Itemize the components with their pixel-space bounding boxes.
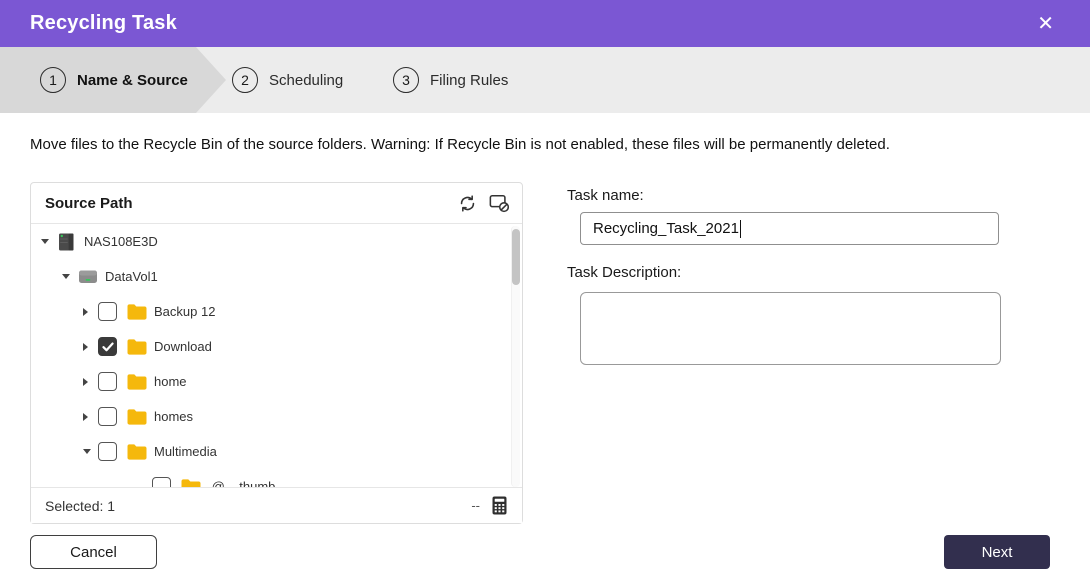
folder-icon <box>126 337 148 357</box>
folder-icon <box>126 372 148 392</box>
nas-icon <box>56 232 78 252</box>
tree-label: home <box>154 374 187 389</box>
tree-scrollbar-thumb[interactable] <box>512 229 520 285</box>
tree-label: Backup 12 <box>154 304 215 319</box>
expander-icon[interactable] <box>41 239 56 244</box>
source-path-title: Source Path <box>45 195 133 212</box>
step-number-badge: 2 <box>232 67 258 93</box>
step-number-badge: 1 <box>40 67 66 93</box>
deselect-all-icon[interactable] <box>488 192 510 214</box>
dialog-header: Recycling Task ✕ <box>0 0 1090 47</box>
source-path-footer: Selected: 1 -- <box>31 487 522 523</box>
step-label: Filing Rules <box>430 72 508 89</box>
step-label: Scheduling <box>269 72 343 89</box>
tree-row[interactable]: DataVol1 <box>31 259 522 294</box>
expander-icon[interactable] <box>83 449 98 454</box>
expander-icon[interactable] <box>83 378 98 386</box>
folder-icon <box>126 338 148 356</box>
checkbox[interactable] <box>98 337 117 356</box>
dialog-title: Recycling Task <box>30 12 177 35</box>
task-name-label: Task name: <box>567 187 644 204</box>
folder-icon <box>126 373 148 391</box>
expander-icon[interactable] <box>83 343 98 351</box>
close-icon[interactable]: ✕ <box>1031 10 1060 38</box>
tree-label: Download <box>154 339 212 354</box>
checkbox[interactable] <box>98 442 117 461</box>
tree-label: Multimedia <box>154 444 217 459</box>
task-name-input[interactable]: Recycling_Task_2021 <box>580 212 999 245</box>
expander-icon[interactable] <box>62 274 77 279</box>
expander-icon[interactable] <box>83 413 98 421</box>
folder-icon <box>126 302 148 322</box>
tab-name-and-source[interactable]: 1 Name & Source <box>40 47 188 113</box>
calculated-size-value: -- <box>471 498 480 513</box>
volume-icon <box>77 268 99 285</box>
tree-row[interactable]: Download <box>31 329 522 364</box>
folder-icon <box>126 443 148 461</box>
tree-label: DataVol1 <box>105 269 158 284</box>
expander-icon[interactable] <box>83 308 98 316</box>
tree-row[interactable]: Backup 12 <box>31 294 522 329</box>
task-name-value: Recycling_Task_2021 <box>593 220 739 237</box>
step-number-badge: 3 <box>393 67 419 93</box>
wizard-stepbar: 1 Name & Source 2 Scheduling 3 Filing Ru… <box>0 47 1090 113</box>
nas-device-icon <box>56 232 76 252</box>
tree-row[interactable]: homes <box>31 399 522 434</box>
folder-icon <box>126 303 148 321</box>
folder-icon <box>126 408 148 426</box>
calculator-icon[interactable] <box>488 495 510 517</box>
warning-text: Move files to the Recycle Bin of the sou… <box>30 136 890 153</box>
tree-row[interactable]: .@__thumb <box>31 469 522 489</box>
recycling-task-dialog: Recycling Task ✕ 1 Name & Source 2 Sched… <box>0 0 1090 587</box>
volume-icon <box>77 267 99 287</box>
next-button[interactable]: Next <box>944 535 1050 569</box>
source-path-panel: Source Path <box>30 182 523 524</box>
tree-row[interactable]: home <box>31 364 522 399</box>
checkbox[interactable] <box>98 407 117 426</box>
task-description-label: Task Description: <box>567 264 681 281</box>
checkbox[interactable] <box>98 302 117 321</box>
task-description-input[interactable] <box>580 292 1001 365</box>
cancel-button[interactable]: Cancel <box>30 535 157 569</box>
source-tree: NAS108E3D DataVol1 Backup 12 Download ho… <box>31 224 522 489</box>
folder-icon <box>126 407 148 427</box>
tab-filing-rules[interactable]: 3 Filing Rules <box>393 47 508 113</box>
source-path-header: Source Path <box>31 183 522 224</box>
folder-icon <box>126 442 148 462</box>
selected-count: Selected: 1 <box>45 498 115 514</box>
text-cursor <box>740 220 742 238</box>
checkbox[interactable] <box>98 372 117 391</box>
tab-scheduling[interactable]: 2 Scheduling <box>232 47 343 113</box>
tree-label: homes <box>154 409 193 424</box>
tree-label: NAS108E3D <box>84 234 158 249</box>
refresh-icon[interactable] <box>456 192 478 214</box>
tree-row[interactable]: Multimedia <box>31 434 522 469</box>
tree-row[interactable]: NAS108E3D <box>31 224 522 259</box>
step-label: Name & Source <box>77 72 188 89</box>
